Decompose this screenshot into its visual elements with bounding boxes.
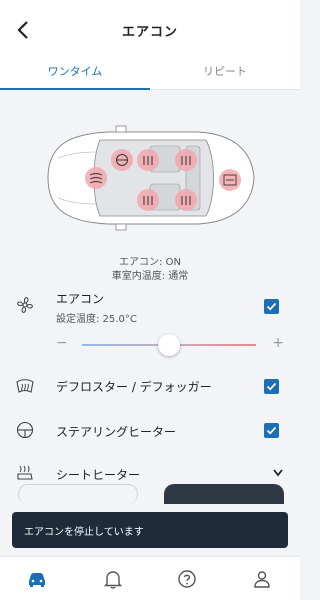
ac-status-line: エアコン: ON	[119, 257, 181, 268]
steering-heat-icon	[16, 421, 34, 439]
chevron-left-icon[interactable]	[12, 18, 36, 42]
temperature-slider[interactable]: − +	[52, 333, 286, 357]
steering-row: ステアリングヒーター	[0, 410, 300, 450]
fan-icon	[17, 297, 33, 313]
steering-checkbox[interactable]	[264, 423, 279, 438]
tab-onetime[interactable]: ワンタイム	[0, 60, 150, 90]
ac-status: エアコン: ON 車室内温度: 通常	[0, 256, 300, 284]
user-icon[interactable]	[250, 567, 274, 591]
bell-icon[interactable]	[101, 567, 125, 591]
defrost-label: デフロスター / デフォッガー	[56, 380, 212, 394]
tab-bar: ワンタイム リピート	[0, 60, 300, 90]
aircon-setting-temp: 設定温度: 25.0°C	[56, 314, 137, 325]
defrost-checkbox[interactable]	[264, 379, 279, 394]
aircon-checkbox[interactable]	[264, 299, 279, 314]
defrost-row: デフロスター / デフォッガー	[0, 365, 300, 405]
toast-message: エアコンを停止しています	[12, 512, 288, 548]
hidden-action-buttons	[18, 484, 284, 504]
help-icon[interactable]	[175, 567, 199, 591]
car-icon[interactable]	[25, 567, 49, 591]
slider-knob[interactable]	[158, 334, 180, 356]
rear-defogger-indicator	[219, 169, 241, 191]
steering-heater-indicator	[111, 149, 133, 171]
slider-minus[interactable]: −	[56, 335, 68, 351]
cabin-temp-line: 車室内温度: 通常	[111, 271, 189, 282]
steering-label: ステアリングヒーター	[56, 425, 177, 439]
seat-heater-front-right-indicator	[137, 189, 159, 211]
aircon-label: エアコン	[56, 292, 105, 306]
car-diagram	[47, 125, 255, 231]
header-bar: エアコン	[0, 0, 300, 60]
aircon-row: エアコン 設定温度: 25.0°C	[0, 286, 300, 326]
seat-heater-label: シートヒーター	[56, 468, 141, 482]
chevron-down-icon[interactable]	[272, 468, 284, 478]
front-defroster-indicator	[85, 167, 107, 189]
toast-text: エアコンを停止しています	[24, 526, 144, 538]
seat-heat-icon	[17, 465, 33, 480]
seat-heater-rear-left-indicator	[175, 149, 197, 171]
bottom-nav	[0, 556, 300, 600]
seat-heater-front-left-indicator	[137, 149, 159, 171]
tab-repeat[interactable]: リピート	[150, 60, 300, 89]
slider-plus[interactable]: +	[272, 335, 284, 351]
primary-button[interactable]	[164, 484, 284, 504]
page-title: エアコン	[121, 24, 178, 40]
seat-heater-rear-right-indicator	[175, 189, 197, 211]
defrost-icon	[16, 379, 34, 393]
secondary-button[interactable]	[18, 484, 138, 504]
